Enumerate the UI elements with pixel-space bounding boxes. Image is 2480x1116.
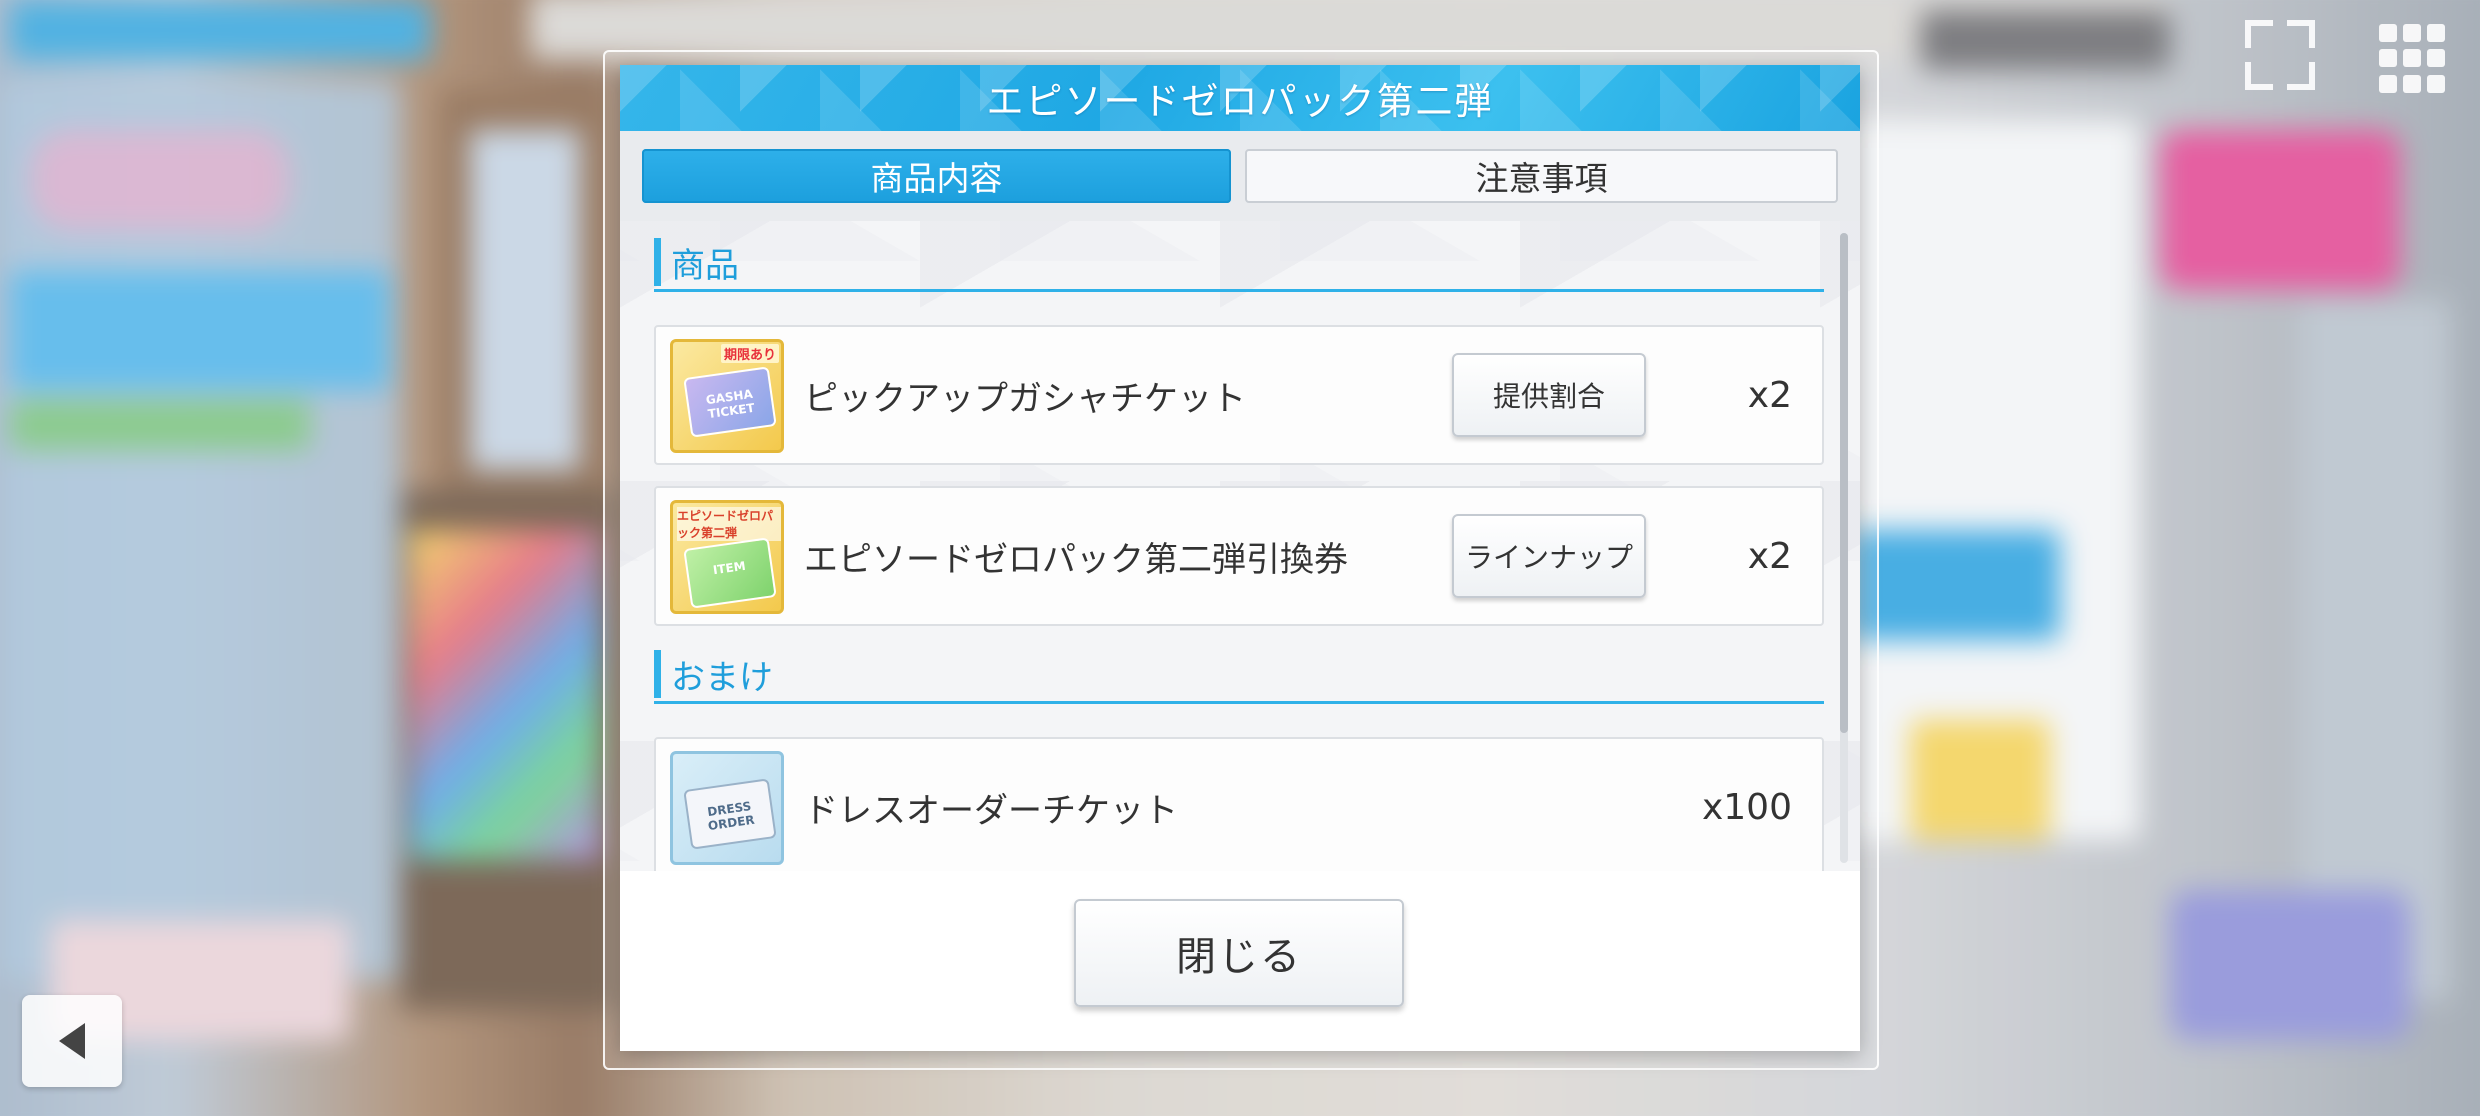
dialog-footer: 閉じる bbox=[620, 895, 1860, 1051]
section-heading-products: 商品 bbox=[654, 235, 1824, 292]
pack-detail-dialog: エピソードゼロパック第二弾 商品内容 注意事項 商品 GASHA TICKET … bbox=[620, 65, 1860, 1051]
scrollbar-thumb[interactable] bbox=[1840, 233, 1848, 733]
section-heading-label: おまけ bbox=[671, 657, 773, 698]
section-heading-label: 商品 bbox=[671, 245, 739, 286]
dialog-header: エピソードゼロパック第二弾 bbox=[620, 65, 1860, 131]
scrollbar[interactable] bbox=[1840, 233, 1848, 863]
list-item: GASHA TICKET 期限あり ピックアップガシャチケット 提供割合 x2 bbox=[654, 325, 1824, 465]
close-button[interactable]: 閉じる bbox=[1074, 899, 1404, 1007]
list-item: エピソードゼロパック第二弾 ITEM エピソードゼロパック第二弾引換券 ラインナ… bbox=[654, 486, 1824, 626]
section-heading-bonus: おまけ bbox=[654, 647, 1824, 704]
list-item: DRESS ORDER ドレスオーダーチケット x100 bbox=[654, 737, 1824, 871]
item-quantity: x2 bbox=[1747, 535, 1792, 577]
item-ticket-icon: エピソードゼロパック第二弾 ITEM bbox=[670, 500, 784, 614]
back-arrow-icon bbox=[59, 1023, 85, 1059]
tab-bar: 商品内容 注意事項 bbox=[620, 131, 1860, 221]
item-quantity: x2 bbox=[1747, 374, 1792, 416]
item-name: ドレスオーダーチケット bbox=[804, 790, 1178, 831]
back-button[interactable] bbox=[22, 995, 122, 1087]
gacha-ticket-icon: GASHA TICKET 期限あり bbox=[670, 339, 784, 453]
menu-grid-icon[interactable] bbox=[2375, 20, 2453, 98]
dress-order-ticket-icon: DRESS ORDER bbox=[670, 751, 784, 865]
item-quantity: x100 bbox=[1701, 786, 1792, 828]
item-name: ピックアップガシャチケット bbox=[804, 378, 1246, 419]
limited-tag: 期限あり bbox=[720, 344, 779, 363]
drop-rate-button[interactable]: 提供割合 bbox=[1452, 353, 1646, 437]
tab-contents[interactable]: 商品内容 bbox=[642, 149, 1231, 203]
dialog-title: エピソードゼロパック第二弾 bbox=[986, 80, 1494, 123]
tab-notes[interactable]: 注意事項 bbox=[1245, 149, 1838, 203]
item-name: エピソードゼロパック第二弾引換券 bbox=[804, 539, 1348, 580]
lineup-button[interactable]: ラインナップ bbox=[1452, 514, 1646, 598]
expand-icon[interactable] bbox=[2245, 20, 2315, 90]
scroll-content[interactable]: 商品 GASHA TICKET 期限あり ピックアップガシャチケット 提供割合 … bbox=[620, 221, 1860, 871]
